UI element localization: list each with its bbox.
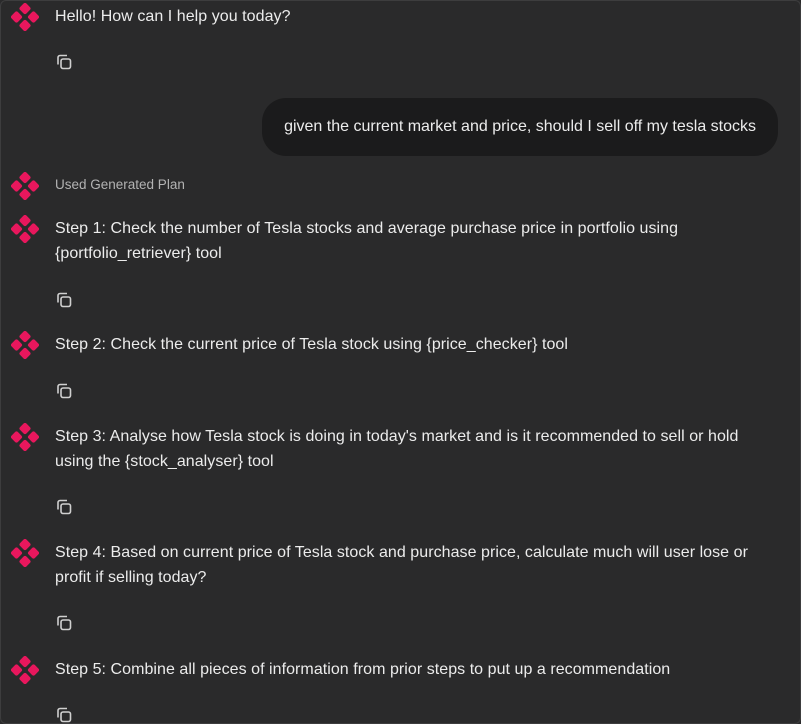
assistant-avatar-icon [11, 331, 39, 359]
assistant-avatar-icon [11, 539, 39, 567]
plan-label: Used Generated Plan [55, 177, 185, 192]
plan-step-3: Step 3: Analyse how Tesla stock is doing… [55, 428, 739, 470]
plan-step-5: Step 5: Combine all pieces of informatio… [55, 661, 671, 678]
copy-icon[interactable] [55, 498, 73, 516]
assistant-greeting: Hello! How can I help you today? [55, 8, 291, 25]
plan-step-1: Step 1: Check the number of Tesla stocks… [55, 220, 679, 262]
plan-step-2: Step 2: Check the current price of Tesla… [55, 336, 568, 353]
chat-window: Hello! How can I help you today? given t… [0, 0, 801, 724]
copy-icon[interactable] [55, 382, 73, 400]
copy-icon[interactable] [55, 291, 73, 309]
assistant-avatar-icon [11, 172, 39, 200]
plan-step-4: Step 4: Based on current price of Tesla … [55, 544, 748, 586]
assistant-avatar-icon [11, 215, 39, 243]
assistant-avatar-icon [11, 423, 39, 451]
copy-icon[interactable] [55, 614, 73, 632]
copy-icon[interactable] [55, 706, 73, 723]
user-message-text: given the current market and price, shou… [284, 118, 756, 135]
user-message-bubble: given the current market and price, shou… [262, 98, 778, 156]
copy-icon[interactable] [55, 53, 73, 71]
assistant-avatar-icon [11, 656, 39, 684]
assistant-avatar-icon [11, 3, 39, 31]
